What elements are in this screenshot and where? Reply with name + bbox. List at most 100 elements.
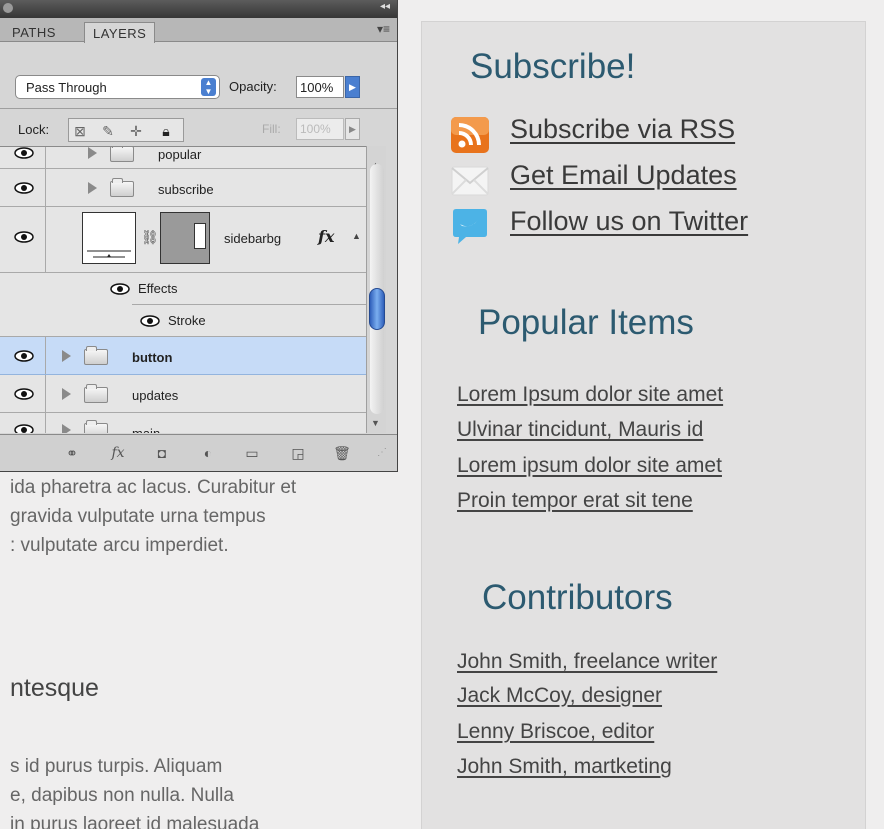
layer-stroke-row[interactable]: Stroke [0,305,366,337]
lock-position-icon[interactable]: ✛ [127,122,145,140]
subscribe-twitter-link[interactable]: Follow us on Twitter [510,206,748,237]
new-group-icon[interactable]: ▭ [242,445,262,461]
visibility-column [0,147,46,168]
divider [0,108,397,109]
scroll-thumb[interactable] [369,288,385,330]
layers-scrollbar[interactable]: ▲ ▼ [366,146,386,433]
expand-arrow-icon[interactable] [62,388,71,400]
twitter-icon [453,209,487,244]
layer-row-main[interactable]: main [0,413,366,433]
layer-name: popular [158,147,202,162]
layer-row-updates[interactable]: updates [0,375,366,413]
subscribe-rss-row[interactable]: Subscribe via RSS [450,114,790,153]
folder-icon [84,346,108,365]
subscribe-twitter-row[interactable]: Follow us on Twitter [450,206,810,244]
blend-mode-value: Pass Through [26,80,107,95]
opacity-label: Opacity: [229,79,277,94]
layer-name: subscribe [158,182,214,197]
lock-pixels-icon[interactable]: ✎ [99,122,117,140]
tab-layers[interactable]: LAYERS [84,22,156,43]
layer-name: sidebarbg [224,231,282,246]
subscribe-rss-link[interactable]: Subscribe via RSS [510,114,735,145]
eye-icon[interactable] [14,147,34,159]
new-layer-icon[interactable]: ◲ [288,445,308,461]
visibility-column [0,207,46,272]
expand-arrow-icon[interactable] [62,424,71,433]
effects-label: Effects [138,281,178,296]
subscribe-heading: Subscribe! [470,47,636,86]
expand-arrow-icon[interactable] [88,182,97,194]
rss-icon [451,117,489,153]
tab-paths[interactable]: PATHS [4,22,64,43]
collapse-effects-icon[interactable]: ▲ [352,231,361,241]
blend-mode-select[interactable]: Pass Through ▲ ▼ [15,75,220,99]
resize-grip-icon[interactable]: ⋰ [372,445,392,461]
article-line: s id purus turpis. Aliquam [10,756,223,777]
layers-panel: ◂◂ PATHS LAYERS ▾≡ Pass Through ▲ ▼ Opaci… [0,0,398,472]
popular-item-link[interactable]: Lorem ipsum dolor site amet [457,454,722,478]
lock-all-icon[interactable]: 🔒︎ [157,122,175,140]
panel-menu-icon[interactable]: ▾≡ [377,22,390,36]
contributor-link[interactable]: Lenny Briscoe, editor [457,720,654,744]
eye-icon[interactable] [14,350,34,362]
expand-arrow-icon[interactable] [62,350,71,362]
popular-heading: Popular Items [478,303,694,342]
panel-titlebar[interactable]: ◂◂ [0,0,397,18]
lock-options: ⊠ ✎ ✛ 🔒︎ [68,118,184,142]
close-icon[interactable] [3,3,13,13]
folder-icon [84,384,108,403]
layer-row-sidebarbg[interactable]: ⛓ sidebarbg fx ▲ [0,207,366,273]
layer-mask-thumbnail [160,212,210,264]
fx-icon[interactable]: fx [108,445,128,461]
opacity-input[interactable]: 100% [296,76,344,98]
opacity-slider-button[interactable]: ▶ [345,76,360,98]
eye-icon[interactable] [14,388,34,400]
contributor-link[interactable]: John Smith, freelance writer [457,650,717,674]
layer-name: button [132,350,173,365]
folder-icon [84,420,108,433]
layer-row-button[interactable]: button [0,337,366,375]
add-mask-icon[interactable]: ◘ [152,445,172,461]
fx-icon[interactable]: fx [318,227,334,246]
link-layers-icon[interactable]: ⚭ [62,445,82,461]
popular-item-link[interactable]: Proin tempor erat sit tene [457,489,693,513]
contributors-heading: Contributors [482,578,673,617]
scroll-down-icon[interactable]: ▼ [371,418,380,428]
contributor-link[interactable]: Jack McCoy, designer [457,684,662,708]
article-line: : vulputate arcu imperdiet. [10,535,229,556]
fill-slider-button[interactable]: ▶ [345,118,360,140]
article-line: gravida vulputate urna tempus [10,506,266,527]
eye-icon[interactable] [14,424,34,433]
collapse-icon[interactable]: ◂◂ [380,1,390,12]
email-icon [451,166,489,196]
visibility-column [0,337,46,374]
eye-icon[interactable] [14,182,34,194]
link-icon[interactable]: ⛓ [141,229,159,246]
eye-icon[interactable] [14,231,34,243]
folder-icon [110,147,134,162]
adjustment-layer-icon[interactable]: ◐ [198,445,218,461]
layer-effects-row[interactable]: Effects [0,273,366,305]
article-heading: ntesque [10,674,99,702]
panel-tabs: PATHS LAYERS ▾≡ [0,18,397,43]
article-line: e, dapibus non nulla. Nulla [10,785,234,806]
popular-item-link[interactable]: Ulvinar tincidunt, Mauris id [457,418,703,442]
popular-item-link[interactable]: Lorem Ipsum dolor site amet [457,383,723,407]
layer-name: updates [132,388,179,403]
subscribe-email-link[interactable]: Get Email Updates [510,160,737,191]
visibility-column [0,413,46,433]
layer-row-subscribe[interactable]: subscribe [0,169,366,207]
lock-transparency-icon[interactable]: ⊠ [71,122,89,140]
fill-input[interactable]: 100% [296,118,344,140]
contributor-link[interactable]: John Smith, martketing [457,755,672,779]
subscribe-email-row[interactable]: Get Email Updates [450,160,790,198]
lock-label: Lock: [18,122,50,137]
eye-icon[interactable] [110,283,130,295]
layers-list: popular subscribe ⛓ sidebarbg fx ▲ Effec… [0,146,366,433]
visibility-column [0,375,46,412]
article-line: in purus laoreet id malesuada [10,814,260,829]
expand-arrow-icon[interactable] [88,147,97,159]
eye-icon[interactable] [140,315,160,327]
trash-icon[interactable]: 🗑︎ [332,445,352,461]
layer-row-popular[interactable]: popular [0,147,366,169]
